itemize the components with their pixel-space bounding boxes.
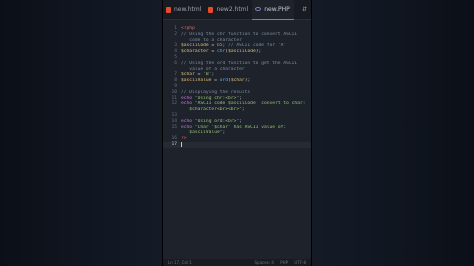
code-token: $character<br><br>": [181, 107, 242, 113]
code-token: ;: [222, 130, 226, 136]
code-token: // Using the ord function to get the ASC…: [181, 60, 298, 66]
cursor-position[interactable]: Ln 17, Col 1: [168, 260, 249, 265]
encoding-status[interactable]: UTF-8: [294, 260, 306, 265]
text-cursor: [181, 141, 182, 147]
code-token: );: [244, 78, 251, 84]
code-token: =: [194, 72, 204, 78]
code-token: );: [255, 49, 262, 55]
code-token: $asciiValue: [181, 78, 212, 84]
code-token: // Displaying the results: [181, 89, 251, 95]
code-token: code to a character: [181, 37, 242, 43]
code-token: $character: [181, 49, 209, 55]
tab-new2-html[interactable]: new2.html: [205, 0, 252, 20]
code-token: ;: [211, 72, 215, 78]
code-token: $char: [181, 72, 195, 78]
code-area[interactable]: 1 <?php 2// Using the chr function to conv…: [163, 26, 311, 148]
html-file-icon: [208, 6, 214, 13]
code-token: value of a character: [181, 66, 245, 72]
code-token: // Using the chr function to convert ASC…: [181, 31, 298, 37]
code-token: "ASCII code $asciiCode convert to char:: [194, 101, 306, 107]
tab-new-php[interactable]: new.PHP: [252, 0, 294, 20]
code-token: =: [208, 43, 217, 49]
code-token: $char: [230, 78, 245, 84]
code-token: ;: [239, 118, 242, 124]
line-source: [181, 141, 311, 148]
code-editor-window: new.html new2.html new.PHP ⇵ 1 <?php 2// U…: [163, 0, 311, 266]
code-token: <?php: [181, 26, 195, 31]
code-token: echo: [181, 124, 193, 130]
code-token: "Using chr:<br>": [194, 95, 240, 101]
code-token: $asciiCode: [181, 43, 209, 49]
code-token: $asciiValue": [181, 130, 223, 136]
status-right-group: Spaces: 4 PHP UTF-8: [249, 260, 306, 265]
code-token: ;: [239, 95, 242, 101]
tab-label: new2.html: [216, 6, 249, 13]
code-token: "Char '$char' has ASCII value of:: [194, 124, 287, 130]
code-token: ;: [241, 107, 245, 113]
tab-label: new.PHP: [264, 5, 290, 13]
tab-label: new.html: [174, 6, 202, 13]
code-token: echo: [181, 95, 193, 101]
code-token: ord: [219, 78, 229, 84]
video-frame: new.html new2.html new.PHP ⇵ 1 <?php 2// U…: [0, 0, 474, 266]
tab-new-html[interactable]: new.html: [163, 0, 205, 20]
code-line[interactable]: 17: [163, 141, 311, 148]
code-token: echo: [181, 101, 193, 107]
editor-tab-bar: new.html new2.html new.PHP ⇵: [163, 0, 311, 20]
line-number: 17: [171, 141, 177, 147]
code-token: echo: [181, 118, 193, 124]
left-letterbox: [0, 0, 162, 266]
code-token: =: [208, 49, 217, 55]
language-mode[interactable]: PHP: [280, 260, 288, 265]
code-token: // ASCII code for 'A': [228, 43, 287, 49]
right-letterbox: [312, 0, 474, 266]
code-token: "Using ord:<br>": [194, 118, 240, 124]
status-bar: Ln 17, Col 1 Spaces: 4 PHP UTF-8: [163, 259, 311, 266]
indentation-status[interactable]: Spaces: 4: [254, 260, 273, 265]
split-editor-icon[interactable]: ⇵: [302, 6, 307, 13]
html-file-icon: [166, 6, 171, 13]
code-token: ?>: [181, 136, 187, 142]
php-file-icon: [255, 7, 262, 11]
code-token: $asciiCode: [228, 49, 256, 55]
code-token: =: [211, 78, 220, 84]
